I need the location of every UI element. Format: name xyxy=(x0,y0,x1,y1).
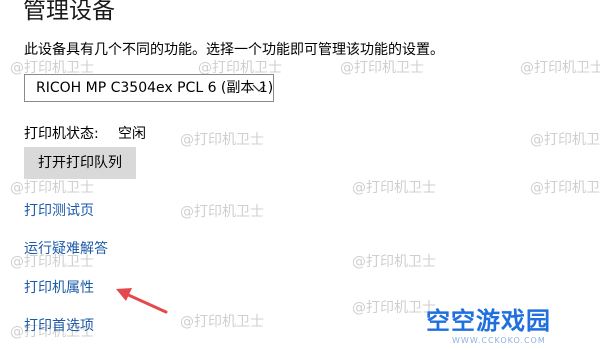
watermark: @打印机卫士 xyxy=(10,180,94,196)
watermark: @打印机卫士 xyxy=(530,180,600,196)
page-description: 此设备具有几个不同的功能。选择一个功能即可管理该功能的设置。 xyxy=(24,42,444,58)
printing-preferences-link[interactable]: 打印首选项 xyxy=(24,316,94,336)
open-print-queue-button[interactable]: 打开打印队列 xyxy=(24,147,136,179)
watermark: @打印机卫士 xyxy=(352,180,436,196)
page-title: 管理设备 xyxy=(23,0,115,24)
device-function-select[interactable]: RICOH MP C3504ex PCL 6 (副本 1) xyxy=(24,74,274,102)
watermark: @打印机卫士 xyxy=(530,132,600,148)
watermark: @打印机卫士 xyxy=(352,300,436,316)
run-troubleshooter-link[interactable]: 运行疑难解答 xyxy=(24,239,108,259)
annotation-arrow-icon xyxy=(116,288,168,314)
printer-properties-link[interactable]: 打印机属性 xyxy=(24,278,94,298)
brand-logo: 空空游戏园 xyxy=(426,306,551,336)
printer-status-value: 空闲 xyxy=(118,126,146,142)
watermark: @打印机卫士 xyxy=(352,254,436,270)
chevron-down-icon xyxy=(252,84,266,92)
print-test-page-link[interactable]: 打印测试页 xyxy=(24,201,94,221)
brand-logo-text: 空空游戏园 xyxy=(426,307,551,335)
watermark: @打印机卫士 xyxy=(180,204,264,220)
watermark: @打印机卫士 xyxy=(180,314,264,330)
watermark: @打印机卫士 xyxy=(520,60,600,76)
brand-domain: WWW.CCKOKO.COM xyxy=(452,336,546,345)
printer-status-label: 打印机状态: xyxy=(24,126,99,142)
device-select-value: RICOH MP C3504ex PCL 6 (副本 1) xyxy=(36,80,274,96)
watermark: @打印机卫士 xyxy=(180,132,264,148)
watermark: @打印机卫士 xyxy=(340,60,424,76)
